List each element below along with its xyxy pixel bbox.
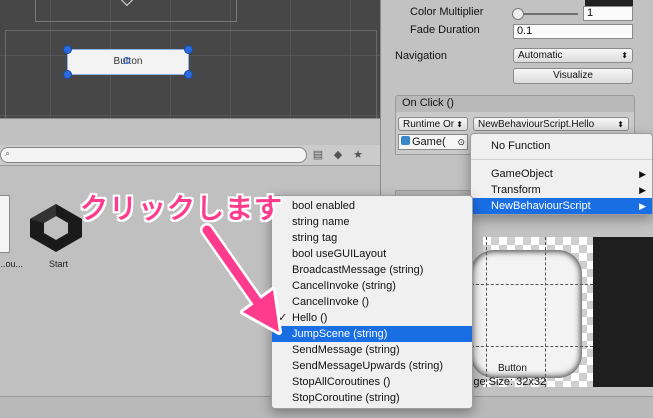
dropdown-arrow-icon: ⬍ (617, 120, 624, 129)
onclick-title: On Click () (402, 97, 454, 109)
navigation-dropdown[interactable]: Automatic ⬍ (513, 48, 633, 63)
filter-label-icon[interactable]: ◆ (330, 148, 346, 162)
asset-label[interactable]: ...ou... (0, 259, 23, 269)
runtime-dropdown[interactable]: Runtime Or ⬍ (398, 117, 468, 131)
filter-type-icon[interactable]: ▤ (310, 148, 326, 162)
menu-item-newbehaviourscript[interactable]: NewBehaviourScript ▶ (471, 198, 652, 214)
menu-item-sendmessage[interactable]: SendMessage (string) (272, 342, 472, 358)
menu-item-bool-useguilayout[interactable]: bool useGUILayout (272, 246, 472, 262)
resize-handle[interactable] (184, 70, 193, 79)
object-value: Game( (412, 136, 446, 148)
menu-item-sendmessageupwards[interactable]: SendMessageUpwards (string) (272, 358, 472, 374)
menu-item-gameobject[interactable]: GameObject ▶ (471, 166, 652, 182)
navigation-value: Automatic (518, 50, 563, 61)
fade-duration-field[interactable]: 0.1 (513, 24, 633, 39)
function-dropdown[interactable]: NewBehaviourScript.Hello ⬍ (473, 117, 629, 131)
menu-item-broadcastmessage[interactable]: BroadcastMessage (string) (272, 262, 472, 278)
submenu-arrow-icon: ▶ (639, 169, 646, 179)
onclick-header: On Click () (395, 95, 635, 113)
preview-background (593, 237, 653, 387)
menu-item-cancelinvoke-string[interactable]: CancelInvoke (string) (272, 278, 472, 294)
menu-item-string-name[interactable]: string name (272, 214, 472, 230)
object-picker-icon[interactable]: ⊙ (457, 135, 465, 149)
color-multiplier-field[interactable]: 1 (583, 6, 633, 21)
menu-item-jumpscene[interactable]: JumpScene (string) (272, 326, 472, 342)
asset-label[interactable]: Start (49, 259, 68, 269)
submenu-arrow-icon: ▶ (639, 201, 646, 211)
dropdown-arrow-icon: ⬍ (456, 120, 463, 129)
annotation-label: クリックします (80, 193, 284, 224)
unity-scene-icon[interactable] (28, 202, 84, 254)
object-field[interactable]: Game( ⊙ (398, 134, 468, 150)
slice-guide (466, 284, 593, 285)
menu-item-bool-enabled[interactable]: bool enabled (272, 198, 472, 214)
slice-guide (466, 346, 593, 347)
menu-item-stopcoroutine[interactable]: StopCoroutine (string) (272, 390, 472, 406)
menu-item-transform[interactable]: Transform ▶ (471, 182, 652, 198)
dropdown-arrow-icon: ⬍ (621, 51, 628, 60)
color-multiplier-label: Color Multiplier (410, 6, 484, 18)
menu-item-string-tag[interactable]: string tag (272, 230, 472, 246)
slice-guide (545, 237, 546, 387)
asset-thumbnail[interactable] (0, 195, 10, 253)
annotation-arrow-icon (200, 223, 282, 335)
resize-handle[interactable] (184, 45, 193, 54)
menu-item-cancelinvoke[interactable]: CancelInvoke () (272, 294, 472, 310)
resize-handle[interactable] (63, 70, 72, 79)
search-icon: ⌕ (5, 148, 11, 158)
visualize-button[interactable]: Visualize (513, 68, 633, 84)
menu-item-hello[interactable]: ✓ Hello () (272, 310, 472, 326)
slider-knob[interactable] (512, 8, 524, 20)
navigation-label: Navigation (395, 50, 447, 62)
preview-title: Button (498, 363, 527, 374)
menu-item-no-function[interactable]: No Function (471, 138, 652, 154)
submenu-arrow-icon: ▶ (639, 185, 646, 195)
method-submenu: bool enabled string name string tag bool… (271, 195, 473, 409)
slice-guide (486, 237, 487, 387)
color-multiplier-slider[interactable] (516, 13, 578, 15)
fade-duration-label: Fade Duration (410, 24, 480, 36)
scene-view[interactable]: Button (0, 0, 380, 118)
favorite-star-icon[interactable]: ★ (350, 148, 366, 162)
gameobject-icon (401, 136, 410, 145)
search-input[interactable]: ⌕ (0, 147, 307, 163)
pivot-handle[interactable] (123, 57, 130, 64)
function-menu: No Function GameObject ▶ Transform ▶ NewBe… (470, 133, 653, 215)
runtime-value: Runtime Or (403, 119, 455, 130)
menu-separator (471, 159, 652, 160)
resize-handle[interactable] (63, 45, 72, 54)
menu-item-stopallcoroutines[interactable]: StopAllCoroutines () (272, 374, 472, 390)
function-value: NewBehaviourScript.Hello (478, 119, 595, 130)
